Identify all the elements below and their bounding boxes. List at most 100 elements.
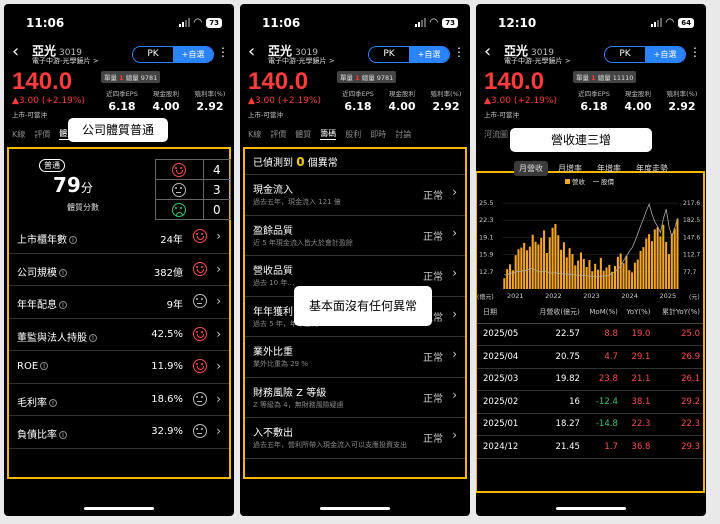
table-row[interactable]: 2025/02 16 -12.4 38.1 29.2 bbox=[477, 390, 703, 414]
cell-revenue: 19.82 bbox=[530, 368, 583, 391]
revenue-bar bbox=[625, 255, 628, 289]
market-type: 上市-可當沖 bbox=[248, 111, 283, 119]
wifi-icon: ◠ bbox=[665, 17, 675, 28]
score-area: 普通 79分 體質分數 4 3 0 bbox=[9, 149, 232, 221]
info-icon[interactable]: i bbox=[59, 431, 67, 439]
pk-button[interactable]: PK bbox=[369, 47, 409, 62]
subtab-mom[interactable]: 月增率 bbox=[553, 161, 587, 176]
chevron-right-icon[interactable]: › bbox=[216, 294, 221, 308]
info-icon[interactable]: i bbox=[89, 333, 97, 342]
revenue-bar bbox=[506, 269, 509, 289]
anomaly-item[interactable]: 現金流入 過去五年，現金流入 121 億 正常 › bbox=[245, 175, 465, 216]
status-time: 11:06 bbox=[26, 16, 65, 30]
info-icon[interactable]: i bbox=[69, 236, 77, 244]
revenue-panel: 營收 股價 25.5 217.6 22.3 182.5 19.1 147.6 15.9 112.7… bbox=[476, 171, 705, 493]
table-row[interactable]: 2025/04 20.75 4.7 29.1 26.9 bbox=[477, 345, 703, 369]
add-watchlist-button[interactable]: +自選 bbox=[173, 47, 213, 62]
more-vert-icon[interactable]: ⋮ bbox=[217, 46, 229, 58]
back-icon[interactable]: ‹ bbox=[12, 43, 19, 61]
tab-realtime[interactable]: 即時 bbox=[370, 129, 386, 140]
revenue-bar bbox=[605, 267, 608, 289]
revenue-bar bbox=[523, 242, 526, 289]
table-row[interactable]: 2025/03 19.82 23.8 21.1 26.1 bbox=[477, 368, 703, 391]
revenue-bar bbox=[639, 250, 642, 289]
home-indicator[interactable] bbox=[556, 507, 626, 510]
back-icon[interactable]: ‹ bbox=[484, 43, 491, 61]
chevron-right-icon[interactable]: › bbox=[216, 392, 221, 406]
chevron-right-icon[interactable]: › bbox=[452, 347, 457, 361]
chevron-right-icon[interactable]: › bbox=[452, 428, 457, 442]
anomaly-item[interactable]: 財務風險 Z 等級 Z 等級為 4，無財務風險疑慮 正常 › bbox=[245, 378, 465, 418]
tab-valuation[interactable]: 評價 bbox=[270, 129, 286, 140]
home-indicator[interactable] bbox=[320, 507, 390, 510]
tab-discussion[interactable]: 討論 bbox=[395, 129, 411, 140]
chevron-right-icon[interactable]: › bbox=[216, 262, 221, 276]
subtab-monthly-revenue[interactable]: 月營收 bbox=[514, 160, 548, 176]
health-row[interactable]: 公司規模 i 382億 › bbox=[9, 254, 229, 286]
more-vert-icon[interactable]: ⋮ bbox=[689, 46, 701, 58]
anomaly-item[interactable]: 盈餘品質 近 5 年現金流入皆大於會計盈餘 正常 › bbox=[245, 216, 465, 256]
health-row[interactable]: 毛利率 i 18.6% › bbox=[9, 384, 229, 416]
anomaly-item[interactable]: 入不敷出 過去五年，營利所帶入現金流入可以支應投資支出 正常 › bbox=[245, 418, 465, 459]
tab-chips[interactable]: 籌碼 bbox=[320, 128, 337, 140]
tab-river-chart[interactable]: 河流圖 bbox=[484, 129, 508, 140]
callout-anomaly: 基本面沒有任何異常 bbox=[294, 286, 432, 326]
chevron-right-icon[interactable]: › bbox=[216, 359, 221, 373]
revenue-bar bbox=[537, 244, 540, 289]
health-row[interactable]: 董監與法人持股 i 42.5% › bbox=[9, 319, 229, 351]
health-row-label: 毛利率 bbox=[17, 397, 47, 409]
y-tick-label: 15.9 bbox=[479, 251, 493, 259]
chevron-right-icon[interactable]: › bbox=[216, 327, 221, 341]
info-icon[interactable]: i bbox=[40, 362, 49, 370]
stock-industry[interactable]: 電子中游-光學鏡片 > bbox=[504, 56, 571, 66]
chevron-right-icon[interactable]: › bbox=[216, 424, 221, 438]
stock-industry[interactable]: 電子中游-光學鏡片 > bbox=[32, 56, 99, 66]
pk-button[interactable]: PK bbox=[605, 47, 645, 62]
revenue-bar bbox=[631, 272, 634, 289]
cell-mom: 8.8 bbox=[582, 323, 621, 346]
revenue-bar bbox=[503, 278, 506, 289]
price-change: ▲3.00 (+2.19%) bbox=[484, 96, 557, 106]
phone-screen-3: 12:10 ◠ 64 ‹ 亞光 3019 電子中游-光學鏡片 > PK +自選 ⋮… bbox=[476, 4, 706, 516]
tab-dividend[interactable]: 股利 bbox=[345, 129, 361, 140]
stock-industry[interactable]: 電子中游-光學鏡片 > bbox=[268, 56, 335, 66]
table-row[interactable]: 2025/01 18.27 -14.8 22.3 22.3 bbox=[477, 413, 703, 436]
table-row[interactable]: 2025/05 22.57 8.8 19.0 25.0 bbox=[477, 323, 703, 346]
back-icon[interactable]: ‹ bbox=[248, 43, 255, 61]
info-icon[interactable]: i bbox=[49, 398, 57, 407]
health-row-value: 11.9% bbox=[151, 361, 183, 372]
revenue-bar bbox=[571, 254, 574, 289]
info-icon[interactable]: i bbox=[59, 268, 67, 277]
chevron-right-icon[interactable]: › bbox=[452, 307, 457, 321]
health-row[interactable]: 年年配息 i 9年 › bbox=[9, 286, 229, 319]
home-indicator[interactable] bbox=[84, 507, 154, 510]
x-tick-label: 2022 bbox=[545, 292, 562, 300]
tab-k[interactable]: K線 bbox=[12, 129, 25, 140]
chevron-right-icon[interactable]: › bbox=[452, 266, 457, 280]
tab-health[interactable]: 體質 bbox=[295, 129, 311, 140]
revenue-bar bbox=[670, 233, 673, 289]
chevron-right-icon[interactable]: › bbox=[216, 229, 221, 243]
revenue-bar bbox=[540, 237, 543, 289]
subtab-annual-trend[interactable]: 年度走勢 bbox=[631, 161, 673, 176]
chevron-right-icon[interactable]: › bbox=[452, 226, 457, 240]
chevron-right-icon[interactable]: › bbox=[452, 388, 457, 402]
revenue-subtabs: 月營收 月增率 年增率 年度走勢 bbox=[476, 157, 706, 179]
anomaly-item[interactable]: 業外比重 業外比重為 29 % 正常 › bbox=[245, 337, 465, 378]
tab-valuation[interactable]: 評價 bbox=[34, 129, 50, 140]
subtab-yoy[interactable]: 年增率 bbox=[592, 161, 626, 176]
info-icon[interactable]: i bbox=[59, 301, 67, 309]
health-row[interactable]: ROE i 11.9% › bbox=[9, 351, 229, 384]
pk-button[interactable]: PK bbox=[133, 47, 173, 62]
more-vert-icon[interactable]: ⋮ bbox=[453, 46, 465, 58]
cell-cum-yoy: 26.1 bbox=[653, 368, 703, 391]
health-row[interactable]: 上市櫃年數 i 24年 › bbox=[9, 221, 229, 254]
add-watchlist-button[interactable]: +自選 bbox=[645, 47, 685, 62]
chevron-right-icon[interactable]: › bbox=[452, 185, 457, 199]
revenue-bar bbox=[665, 241, 668, 289]
tab-k[interactable]: K線 bbox=[248, 129, 261, 140]
cell-yoy: 22.3 bbox=[620, 413, 654, 436]
add-watchlist-button[interactable]: +自選 bbox=[409, 47, 449, 62]
health-row[interactable]: 負債比率 i 32.9% › bbox=[9, 416, 229, 449]
table-row[interactable]: 2024/12 21.45 1.7 36.8 29.3 bbox=[477, 435, 703, 459]
